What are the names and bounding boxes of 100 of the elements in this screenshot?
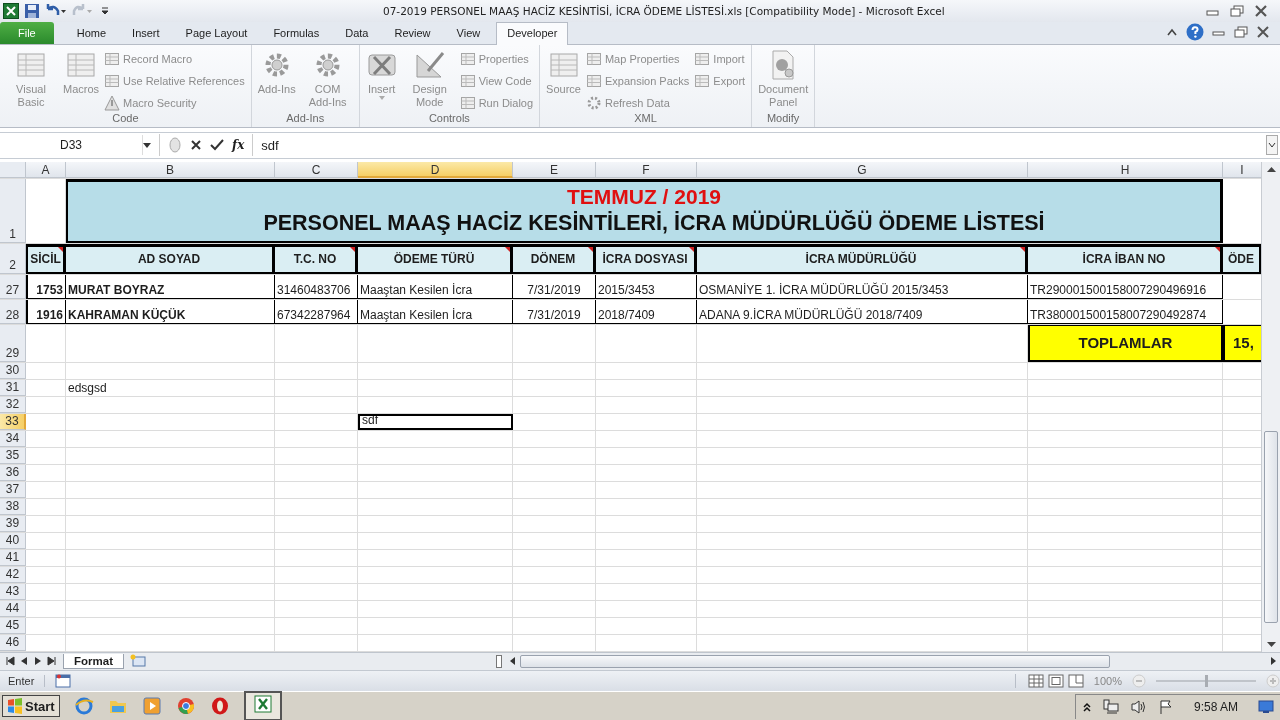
scroll-thumb[interactable]: [520, 654, 1110, 668]
restore-icon[interactable]: [1234, 26, 1248, 39]
split-handle[interactable]: [496, 654, 502, 668]
excel-icon[interactable]: [3, 3, 19, 20]
table-header: ÖDE: [1223, 243, 1261, 274]
total-cell: TOPLAMLAR: [1028, 324, 1223, 362]
table-header: İCRA DOSYASI: [596, 243, 697, 274]
column-header[interactable]: A: [26, 161, 66, 178]
save-icon[interactable]: [24, 3, 40, 20]
first-sheet-icon[interactable]: [5, 656, 15, 666]
row-header[interactable]: 28: [0, 299, 26, 324]
last-sheet-icon[interactable]: [47, 656, 57, 666]
help-icon[interactable]: [1186, 23, 1204, 42]
show-desktop-icon[interactable]: [1258, 698, 1274, 715]
chevron-up-icon[interactable]: [1081, 700, 1092, 713]
table-header: ÖDEME TÜRÜ: [358, 243, 513, 274]
sheet-icon: [104, 50, 121, 67]
next-sheet-icon[interactable]: [33, 656, 43, 666]
table-cell: MURAT BOYRAZ: [66, 274, 275, 299]
table-cell: 2018/7409: [596, 299, 697, 324]
column-header[interactable]: H: [1028, 161, 1223, 178]
table-cell: 31460483706: [275, 274, 358, 299]
row-header[interactable]: 27: [0, 274, 26, 299]
ribbon-tab[interactable]: View: [446, 23, 491, 45]
group-label: Add-Ins: [285, 112, 326, 127]
group-label: Code: [111, 112, 140, 127]
ribbon-tab[interactable]: Review: [384, 23, 441, 45]
column-header[interactable]: E: [513, 161, 596, 178]
comment-icon: [58, 246, 63, 252]
row-header[interactable]: 2: [0, 243, 26, 274]
ribbon-tab[interactable]: Home: [66, 23, 117, 45]
close-icon[interactable]: [1254, 5, 1268, 18]
caret-icon[interactable]: [143, 142, 151, 148]
active-cell[interactable]: sdf: [358, 413, 513, 430]
sheet-title: PERSONEL MAAŞ HACİZ KESİNTİLERİ, İCRA MÜDÜRLÜĞÜ ÖDEME LİSTESİ: [263, 209, 1045, 237]
table-cell: Maaştan Kesilen İcra: [358, 274, 513, 299]
browser-icon[interactable]: [73, 696, 94, 716]
network-icon[interactable]: [1101, 698, 1120, 715]
ribbon-tab[interactable]: Insert: [122, 23, 170, 45]
ribbon-tab[interactable]: Page Layout: [175, 23, 258, 45]
group-label: Controls: [427, 112, 471, 127]
name-box[interactable]: D33: [0, 135, 143, 156]
sheet-icon: [694, 72, 711, 89]
column-header[interactable]: F: [596, 161, 697, 178]
handle-icon[interactable]: [168, 136, 182, 155]
column-header[interactable]: D: [358, 161, 513, 178]
comment-icon: [588, 246, 593, 252]
table-cell: 1916: [26, 299, 66, 324]
table-header: AD SOYAD: [66, 243, 275, 274]
start-button[interactable]: Start: [2, 695, 60, 717]
table-cell: OSMANİYE 1. İCRA MÜDÜRLÜĞÜ 2015/3453: [697, 274, 1028, 299]
windows-logo-icon: [7, 698, 23, 714]
sheet-icon: [104, 72, 121, 89]
collapse-ribbon-icon[interactable]: [1166, 27, 1178, 38]
table-cell: 67342287964: [275, 299, 358, 324]
table-cell: 1753: [26, 274, 66, 299]
chrome-icon[interactable]: [175, 696, 196, 716]
close-icon[interactable]: [1256, 26, 1270, 39]
window-title: 07-2019 PERSONEL MAAŞ HACİZ KESİNTİSİ, İCRA ÖDEME LİSTESİ.xls [Compatibility Mode] - Microsoft Excel: [383, 5, 946, 18]
taskbar-excel-button[interactable]: [243, 691, 282, 720]
formula-field[interactable]: sdf: [253, 137, 1266, 153]
insert-function-button[interactable]: fx: [232, 138, 245, 153]
cancel-icon[interactable]: [190, 139, 202, 152]
sheet-tab[interactable]: Format: [63, 653, 124, 669]
column-header[interactable]: G: [697, 161, 1028, 178]
ribbon-tab[interactable]: File: [0, 22, 54, 45]
comment-icon: [350, 246, 355, 252]
check-icon[interactable]: [210, 139, 224, 152]
column-header[interactable]: I: [1223, 161, 1261, 178]
restore-icon[interactable]: [1230, 5, 1244, 18]
page-break-icon[interactable]: [1067, 673, 1084, 688]
sheet-icon: [459, 94, 476, 111]
scroll-thumb[interactable]: [1264, 430, 1278, 623]
normal-view-icon[interactable]: [1027, 673, 1044, 688]
zoom-slider-thumb[interactable]: [1205, 674, 1208, 687]
ribbon-tab[interactable]: Formulas: [263, 23, 330, 45]
table-cell: 2015/3453: [596, 274, 697, 299]
media-player-icon[interactable]: [141, 696, 162, 716]
table-cell: ADANA 9.İCRA MÜDÜRLÜĞÜ 2018/7409: [697, 299, 1028, 324]
column-header[interactable]: C: [275, 161, 358, 178]
column-header[interactable]: B: [66, 161, 275, 178]
table-header: SİCİL: [26, 243, 66, 274]
expand-icon[interactable]: [1266, 135, 1278, 156]
opera-icon[interactable]: [209, 696, 230, 716]
table-header: T.C. NO: [275, 243, 358, 274]
row-header[interactable]: 1: [0, 178, 26, 243]
caret-icon: [378, 96, 385, 101]
record-macro-icon[interactable]: [55, 673, 72, 688]
row-header[interactable]: 29: [0, 324, 26, 362]
previous-sheet-icon[interactable]: [19, 656, 29, 666]
gear-icon: [585, 94, 602, 111]
page-layout-icon[interactable]: [1047, 673, 1064, 688]
clock[interactable]: 9:58 AM: [1193, 699, 1238, 714]
ribbon-tab[interactable]: Data: [335, 23, 379, 45]
flag-icon[interactable]: [1157, 698, 1174, 715]
sheet-icon: [694, 50, 711, 67]
sheet-icon: [585, 72, 602, 89]
group-label: XML: [633, 112, 658, 127]
volume-icon[interactable]: [1129, 698, 1148, 715]
ribbon-tab[interactable]: Developer: [496, 22, 569, 46]
